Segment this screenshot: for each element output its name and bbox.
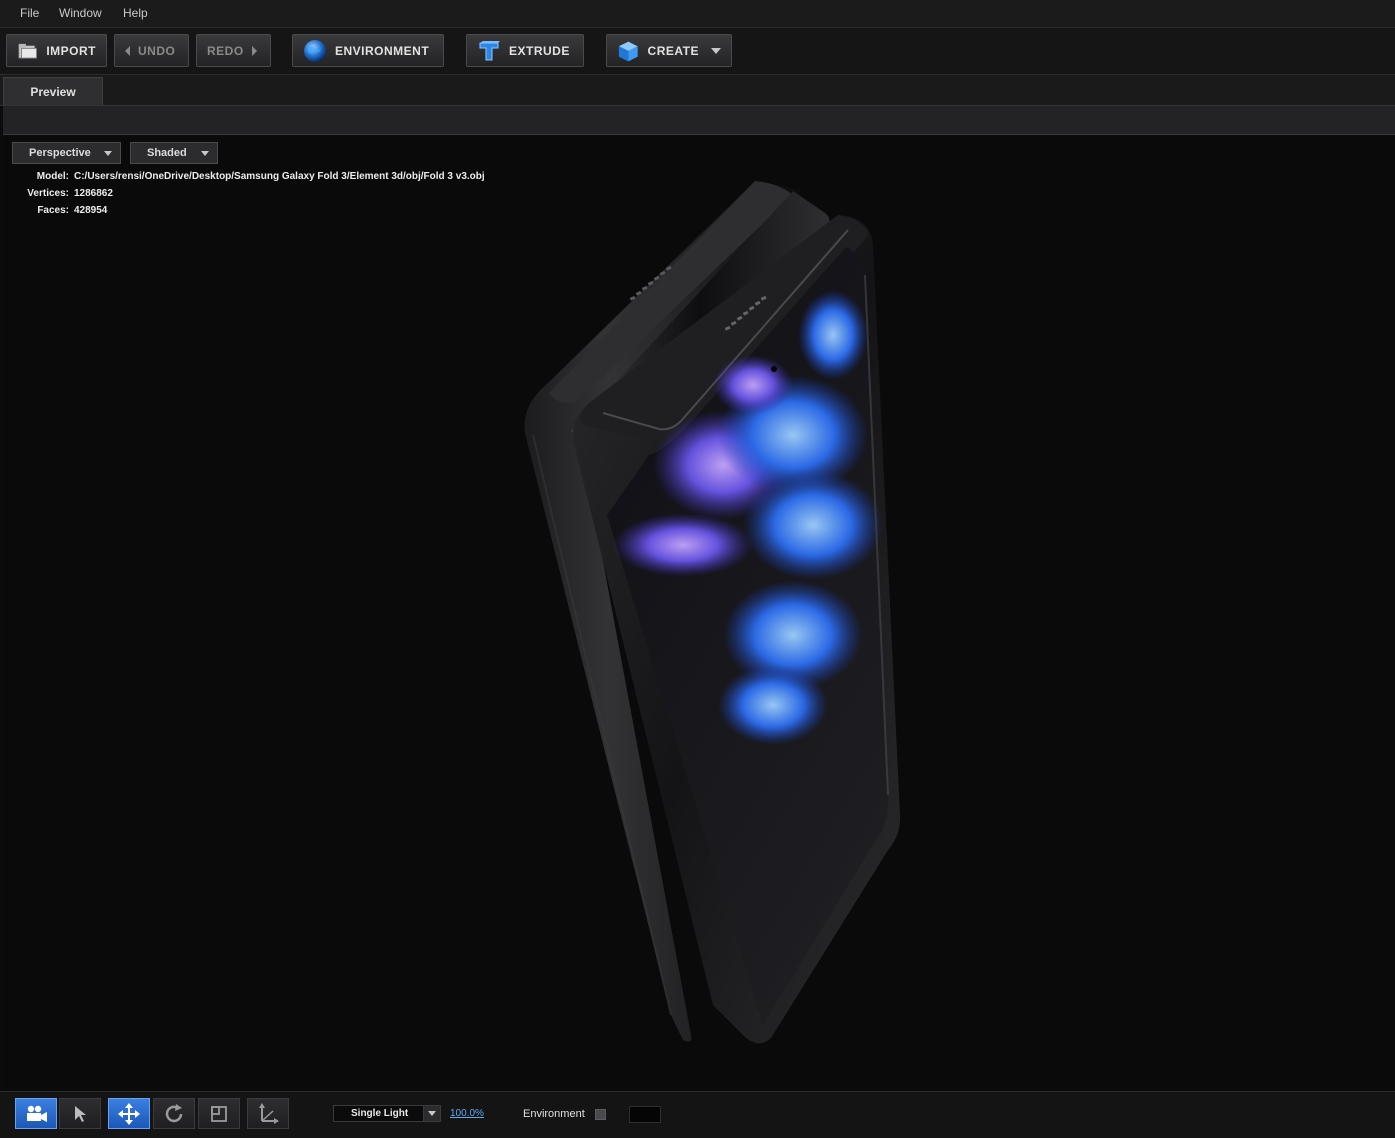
move-tool-button[interactable] bbox=[108, 1098, 150, 1129]
import-button[interactable]: IMPORT bbox=[6, 34, 107, 67]
menu-window[interactable]: Window bbox=[59, 6, 102, 20]
cube-icon bbox=[618, 41, 638, 61]
background-color-swatch[interactable] bbox=[629, 1106, 661, 1123]
extrude-button[interactable]: EXTRUDE bbox=[466, 34, 584, 67]
environment-button[interactable]: ENVIRONMENT bbox=[292, 34, 444, 67]
rotate-tool-button[interactable] bbox=[153, 1098, 195, 1129]
video-camera-icon bbox=[27, 1105, 47, 1122]
menu-help[interactable]: Help bbox=[123, 6, 148, 20]
3d-viewport[interactable]: Perspective Shaded Model: C:/Users/rensi/… bbox=[3, 135, 1395, 1090]
tab-preview[interactable]: Preview bbox=[3, 77, 103, 105]
menu-bar: File Window Help bbox=[0, 0, 1395, 28]
move-arrows-icon bbox=[118, 1102, 140, 1125]
axis-icon bbox=[259, 1102, 279, 1124]
bottom-toolbar: Single Light 100.0% Environment bbox=[0, 1091, 1395, 1138]
undo-label: UNDO bbox=[138, 43, 176, 58]
import-label: IMPORT bbox=[46, 43, 96, 58]
scale-tool-button[interactable] bbox=[198, 1098, 240, 1129]
arrow-pointer-icon bbox=[75, 1105, 86, 1122]
phone-model-render bbox=[524, 181, 901, 1044]
environment-label: ENVIRONMENT bbox=[335, 43, 430, 58]
light-dropdown-arrow bbox=[423, 1106, 440, 1121]
preview-subbar bbox=[3, 106, 1395, 135]
globe-icon bbox=[304, 39, 326, 62]
menu-file[interactable]: File bbox=[20, 6, 39, 20]
light-mode-dropdown[interactable]: Single Light bbox=[333, 1105, 441, 1122]
create-button[interactable]: CREATE bbox=[606, 34, 732, 67]
create-label: CREATE bbox=[647, 43, 699, 58]
axis-tool-button[interactable] bbox=[247, 1098, 289, 1129]
scale-icon bbox=[211, 1105, 227, 1122]
light-intensity-value[interactable]: 100.0% bbox=[450, 1108, 484, 1119]
undo-button[interactable]: UNDO bbox=[114, 34, 189, 67]
extrude-icon bbox=[479, 40, 500, 60]
light-mode-value: Single Light bbox=[351, 1108, 409, 1119]
main-toolbar: IMPORT UNDO REDO ENVIRONMENT EXTRUDE CRE… bbox=[0, 28, 1395, 75]
redo-label: REDO bbox=[207, 43, 244, 58]
camera-tool-button[interactable] bbox=[15, 1098, 57, 1129]
select-tool-button[interactable] bbox=[59, 1098, 101, 1129]
redo-arrow-icon bbox=[251, 45, 257, 56]
rotate-icon bbox=[165, 1103, 183, 1122]
tab-strip: Preview bbox=[0, 75, 1395, 106]
chevron-down-icon bbox=[428, 1111, 436, 1116]
environment-checkbox[interactable] bbox=[595, 1109, 606, 1120]
environment-toggle-label: Environment bbox=[523, 1108, 585, 1120]
redo-button[interactable]: REDO bbox=[196, 34, 271, 67]
chevron-down-icon bbox=[711, 47, 721, 54]
extrude-label: EXTRUDE bbox=[509, 43, 570, 58]
folder-icon bbox=[18, 43, 37, 59]
undo-arrow-icon bbox=[125, 45, 130, 56]
